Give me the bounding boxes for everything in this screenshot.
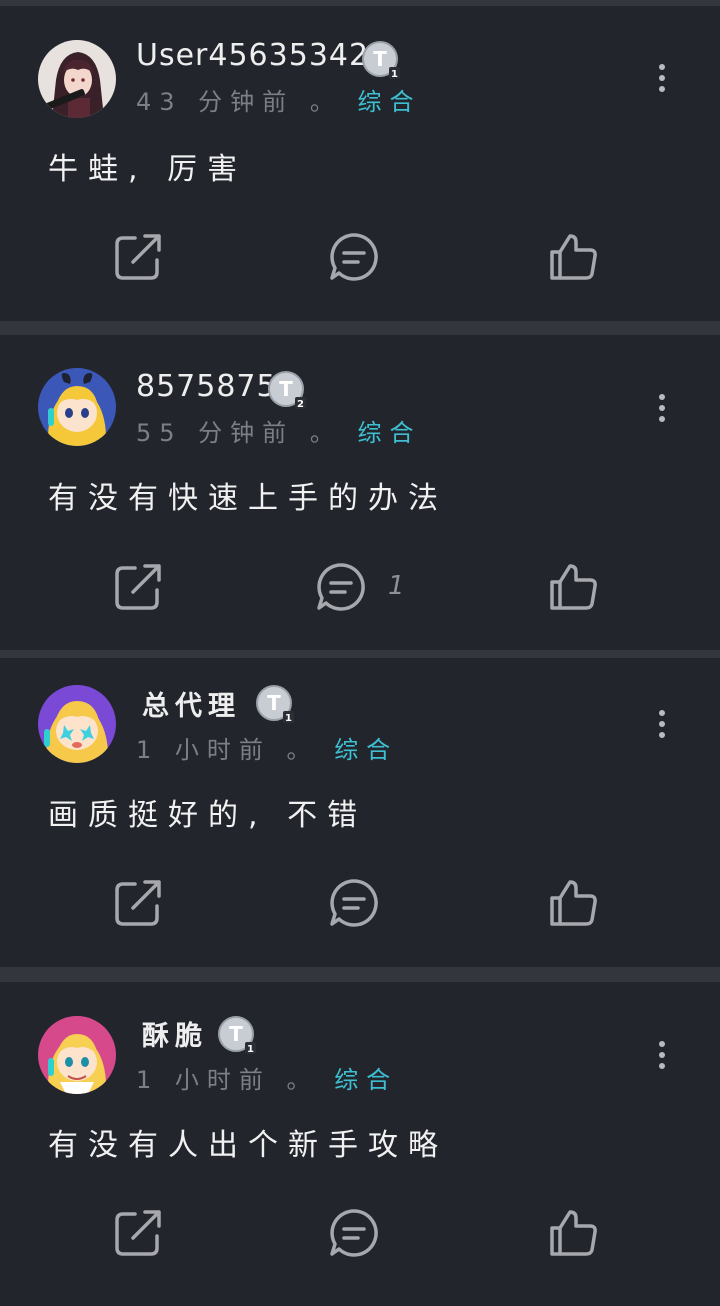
post-meta: 1 小时前 。 综合	[136, 1060, 398, 1095]
share-icon[interactable]	[111, 1206, 165, 1260]
post-category[interactable]: 综合	[334, 736, 398, 764]
post-content: 画质挺好的, 不错	[48, 798, 368, 833]
post-category[interactable]: 综合	[357, 419, 421, 447]
post-card[interactable]: 8575875 T 2 55 分钟前 。 综合 有没有快速上手的办法 1	[0, 335, 720, 650]
user-avatar[interactable]	[38, 40, 116, 118]
level-badge-icon: T 1	[256, 685, 294, 724]
svg-text:T: T	[267, 691, 281, 715]
meta-separator: 。	[309, 88, 342, 116]
username[interactable]: 总代理	[142, 684, 241, 723]
post-time: 1 小时前	[136, 1066, 271, 1094]
svg-text:T: T	[373, 47, 387, 71]
comment-count: 1	[388, 571, 405, 601]
more-vertical-icon[interactable]	[650, 1035, 674, 1075]
post-content: 牛蛙, 厉害	[48, 152, 248, 187]
post-meta: 1 小时前 。 综合	[136, 730, 398, 765]
username[interactable]: 8575875	[136, 369, 277, 404]
meta-separator: 。	[286, 1066, 319, 1094]
thumbs-up-icon[interactable]	[546, 560, 600, 614]
post-category[interactable]: 综合	[334, 1066, 398, 1094]
post-meta: 43 分钟前 。 综合	[136, 82, 421, 117]
post-time: 43 分钟前	[136, 88, 295, 116]
more-vertical-icon[interactable]	[650, 388, 674, 428]
post-card[interactable]: 总代理 T 1 1 小时前 。 综合 画质挺好的, 不错	[0, 658, 720, 967]
svg-text:2: 2	[297, 399, 304, 410]
comment-icon[interactable]	[327, 230, 381, 284]
post-meta: 55 分钟前 。 综合	[136, 413, 421, 448]
comment-icon[interactable]	[314, 560, 368, 614]
username[interactable]: User456353425	[136, 38, 389, 73]
post-category[interactable]: 综合	[357, 88, 421, 116]
comment-icon[interactable]	[327, 1206, 381, 1260]
user-avatar[interactable]	[38, 1016, 116, 1094]
share-icon[interactable]	[111, 560, 165, 614]
user-avatar[interactable]	[38, 368, 116, 446]
post-time: 55 分钟前	[136, 419, 295, 447]
post-time: 1 小时前	[136, 736, 271, 764]
svg-text:T: T	[229, 1022, 243, 1046]
comment-icon[interactable]	[327, 876, 381, 930]
level-badge-icon: T 2	[268, 371, 306, 410]
post-card[interactable]: User456353425 T 1 43 分钟前 。 综合 牛蛙, 厉害	[0, 6, 720, 321]
svg-text:T: T	[279, 377, 293, 401]
user-avatar[interactable]	[38, 685, 116, 763]
post-content: 有没有快速上手的办法	[48, 481, 448, 516]
post-content: 有没有人出个新手攻略	[48, 1128, 448, 1163]
svg-text:1: 1	[391, 69, 398, 80]
share-icon[interactable]	[111, 230, 165, 284]
svg-text:1: 1	[285, 713, 292, 724]
post-card[interactable]: 酥脆 T 1 1 小时前 。 综合 有没有人出个新手攻略	[0, 982, 720, 1306]
level-badge-icon: T 1	[362, 41, 400, 80]
thumbs-up-icon[interactable]	[546, 230, 600, 284]
thumbs-up-icon[interactable]	[546, 1206, 600, 1260]
meta-separator: 。	[286, 736, 319, 764]
meta-separator: 。	[309, 419, 342, 447]
thumbs-up-icon[interactable]	[546, 876, 600, 930]
post-feed: User456353425 T 1 43 分钟前 。 综合 牛蛙, 厉害 857…	[0, 0, 720, 1306]
more-vertical-icon[interactable]	[650, 58, 674, 98]
username[interactable]: 酥脆	[142, 1014, 208, 1053]
share-icon[interactable]	[111, 876, 165, 930]
level-badge-icon: T 1	[218, 1016, 256, 1055]
svg-text:1: 1	[247, 1044, 254, 1055]
more-vertical-icon[interactable]	[650, 704, 674, 744]
